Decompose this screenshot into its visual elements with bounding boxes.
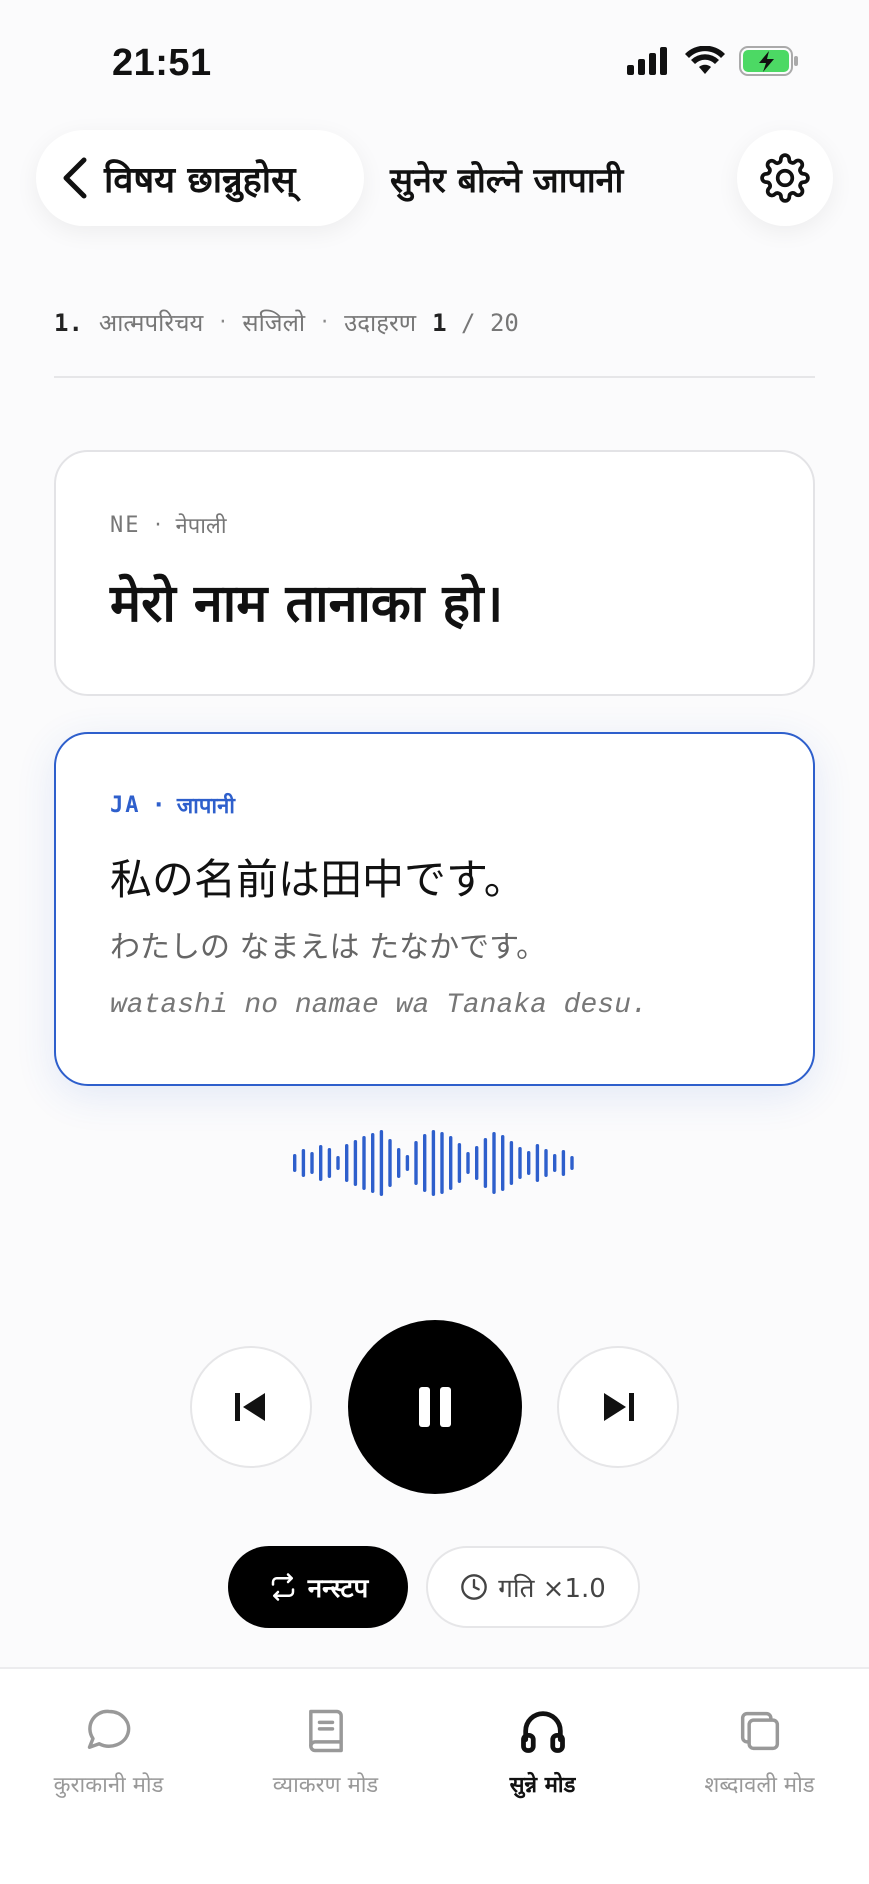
waveform-bar bbox=[345, 1144, 349, 1182]
waveform-bar bbox=[527, 1151, 531, 1175]
lesson-number: 1. bbox=[54, 308, 83, 337]
speed-label: गति ×1.0 bbox=[498, 1574, 606, 1604]
waveform-bar bbox=[509, 1141, 514, 1185]
target-lang-tag: JA · जापानी bbox=[110, 790, 235, 820]
previous-button[interactable] bbox=[190, 1346, 312, 1468]
waveform-bar bbox=[327, 1148, 332, 1178]
lesson-name: आत्मपरिचय bbox=[98, 309, 204, 337]
source-lang-tag: NE · नेपाली bbox=[110, 510, 227, 540]
nav-item-vocabulary[interactable]: शब्दावली मोड bbox=[651, 1705, 868, 1799]
waveform-bar bbox=[440, 1132, 444, 1194]
nonstop-toggle[interactable]: नन्स्टप bbox=[228, 1546, 408, 1628]
status-time: 21:51 bbox=[112, 42, 212, 84]
waveform-bar bbox=[423, 1134, 427, 1192]
repeat-icon bbox=[271, 1573, 294, 1601]
speed-button[interactable]: गति ×1.0 bbox=[426, 1546, 640, 1628]
separator-dot: · bbox=[219, 310, 227, 335]
signal-icon bbox=[627, 47, 667, 75]
book-icon bbox=[308, 1709, 343, 1753]
wifi-icon bbox=[685, 46, 725, 74]
clock-icon bbox=[461, 1574, 488, 1600]
page-title: सुनेर बोल्ने जापानी bbox=[390, 161, 624, 201]
headphones-icon bbox=[520, 1711, 565, 1753]
nav-item-grammar[interactable]: व्याकरण मोड bbox=[217, 1705, 434, 1799]
nav-label: सुन्ने मोड bbox=[509, 1773, 576, 1798]
target-sentence-card: JA · जापानी 私の名前は田中です。 わたしの なまえは たなかです。 … bbox=[54, 732, 815, 1086]
waveform-bar bbox=[431, 1130, 436, 1196]
nav-label: कुराकानी मोड bbox=[53, 1773, 164, 1798]
cards-icon bbox=[740, 1711, 779, 1751]
waveform-bar bbox=[293, 1154, 297, 1172]
waveform-bar bbox=[544, 1149, 548, 1177]
waveform-bar bbox=[501, 1135, 505, 1191]
battery-charging-icon bbox=[739, 46, 798, 76]
nav-label: व्याकरण मोड bbox=[272, 1773, 379, 1798]
skip-next-icon bbox=[604, 1393, 634, 1421]
waveform-bar bbox=[397, 1148, 401, 1178]
pause-icon bbox=[419, 1387, 451, 1427]
waveform-bar bbox=[492, 1132, 496, 1194]
waveform-bar bbox=[362, 1136, 366, 1190]
separator-dot: · bbox=[154, 792, 163, 818]
source-sentence-card: NE · नेपाली मेरो नाम तानाका हो। bbox=[54, 450, 815, 696]
waveform-bar bbox=[535, 1144, 540, 1182]
waveform-bar bbox=[518, 1147, 522, 1179]
separator-dot: · bbox=[154, 512, 162, 538]
source-sentence: मेरो नाम तानाका हो। bbox=[110, 574, 504, 634]
nav-label: शब्दावली मोड bbox=[704, 1773, 815, 1798]
settings-button[interactable] bbox=[737, 130, 833, 226]
waveform-bar bbox=[388, 1139, 392, 1187]
waveform-bar bbox=[449, 1136, 453, 1190]
waveform-bar bbox=[414, 1141, 418, 1185]
nav-item-listening[interactable]: सुन्ने मोड bbox=[434, 1705, 651, 1799]
status-icons bbox=[627, 46, 799, 76]
nav-item-conversation[interactable]: कुराकानी मोड bbox=[0, 1705, 217, 1799]
source-lang-code: NE bbox=[110, 512, 141, 538]
pause-button[interactable] bbox=[348, 1320, 522, 1494]
back-button-label: विषय छान्नुहोस् bbox=[104, 159, 296, 201]
waveform-bar bbox=[483, 1138, 488, 1188]
waveform-bar bbox=[466, 1152, 470, 1174]
target-lang-code: JA bbox=[110, 792, 141, 818]
target-romaji: watashi no namae wa Tanaka desu. bbox=[110, 990, 648, 1021]
waveform-bar bbox=[319, 1145, 323, 1181]
waveform-bar bbox=[405, 1155, 410, 1171]
waveform-bar bbox=[336, 1156, 340, 1170]
skip-previous-icon bbox=[235, 1393, 265, 1421]
source-lang-name: नेपाली bbox=[175, 514, 227, 539]
counter-separator: / bbox=[461, 308, 476, 337]
divider bbox=[54, 376, 815, 378]
example-label: उदाहरण bbox=[344, 309, 417, 337]
target-sentence: 私の名前は田中です。 bbox=[110, 855, 526, 904]
waveform-bar bbox=[457, 1143, 462, 1183]
lesson-level: सजिलो bbox=[242, 309, 306, 337]
waveform-bar bbox=[570, 1156, 574, 1170]
waveform-bar bbox=[475, 1146, 479, 1180]
example-total: 20 bbox=[489, 308, 519, 337]
bottom-nav: कुराकानी मोड व्याकरण मोड सुन्ने मोड शब्द… bbox=[0, 1667, 869, 1884]
waveform-bar bbox=[553, 1154, 557, 1172]
waveform-bar bbox=[371, 1133, 375, 1193]
gear-icon bbox=[760, 153, 810, 203]
target-lang-name: जापानी bbox=[176, 794, 235, 819]
next-button[interactable] bbox=[557, 1346, 679, 1468]
waveform-bar bbox=[561, 1150, 566, 1176]
example-counter: 1 / 20 bbox=[432, 309, 519, 337]
waveform-bar bbox=[379, 1130, 384, 1196]
breadcrumb: 1. आत्मपरिचय · सजिलो · उदाहरण 1 / 20 bbox=[54, 306, 519, 339]
back-button[interactable]: विषय छान्नुहोस् bbox=[36, 130, 364, 226]
target-kana: わたしの なまえは たなかです。 bbox=[110, 930, 547, 965]
waveform-bar bbox=[310, 1152, 314, 1174]
waveform-bar bbox=[301, 1149, 306, 1177]
nonstop-label: नन्स्टप bbox=[307, 1574, 369, 1604]
chat-bubble-icon bbox=[87, 1709, 130, 1749]
example-current: 1 bbox=[432, 308, 447, 337]
waveform-bar bbox=[353, 1140, 358, 1186]
audio-waveform-icon bbox=[293, 1130, 574, 1196]
separator-dot: · bbox=[321, 310, 329, 335]
chevron-left-icon bbox=[63, 157, 87, 199]
